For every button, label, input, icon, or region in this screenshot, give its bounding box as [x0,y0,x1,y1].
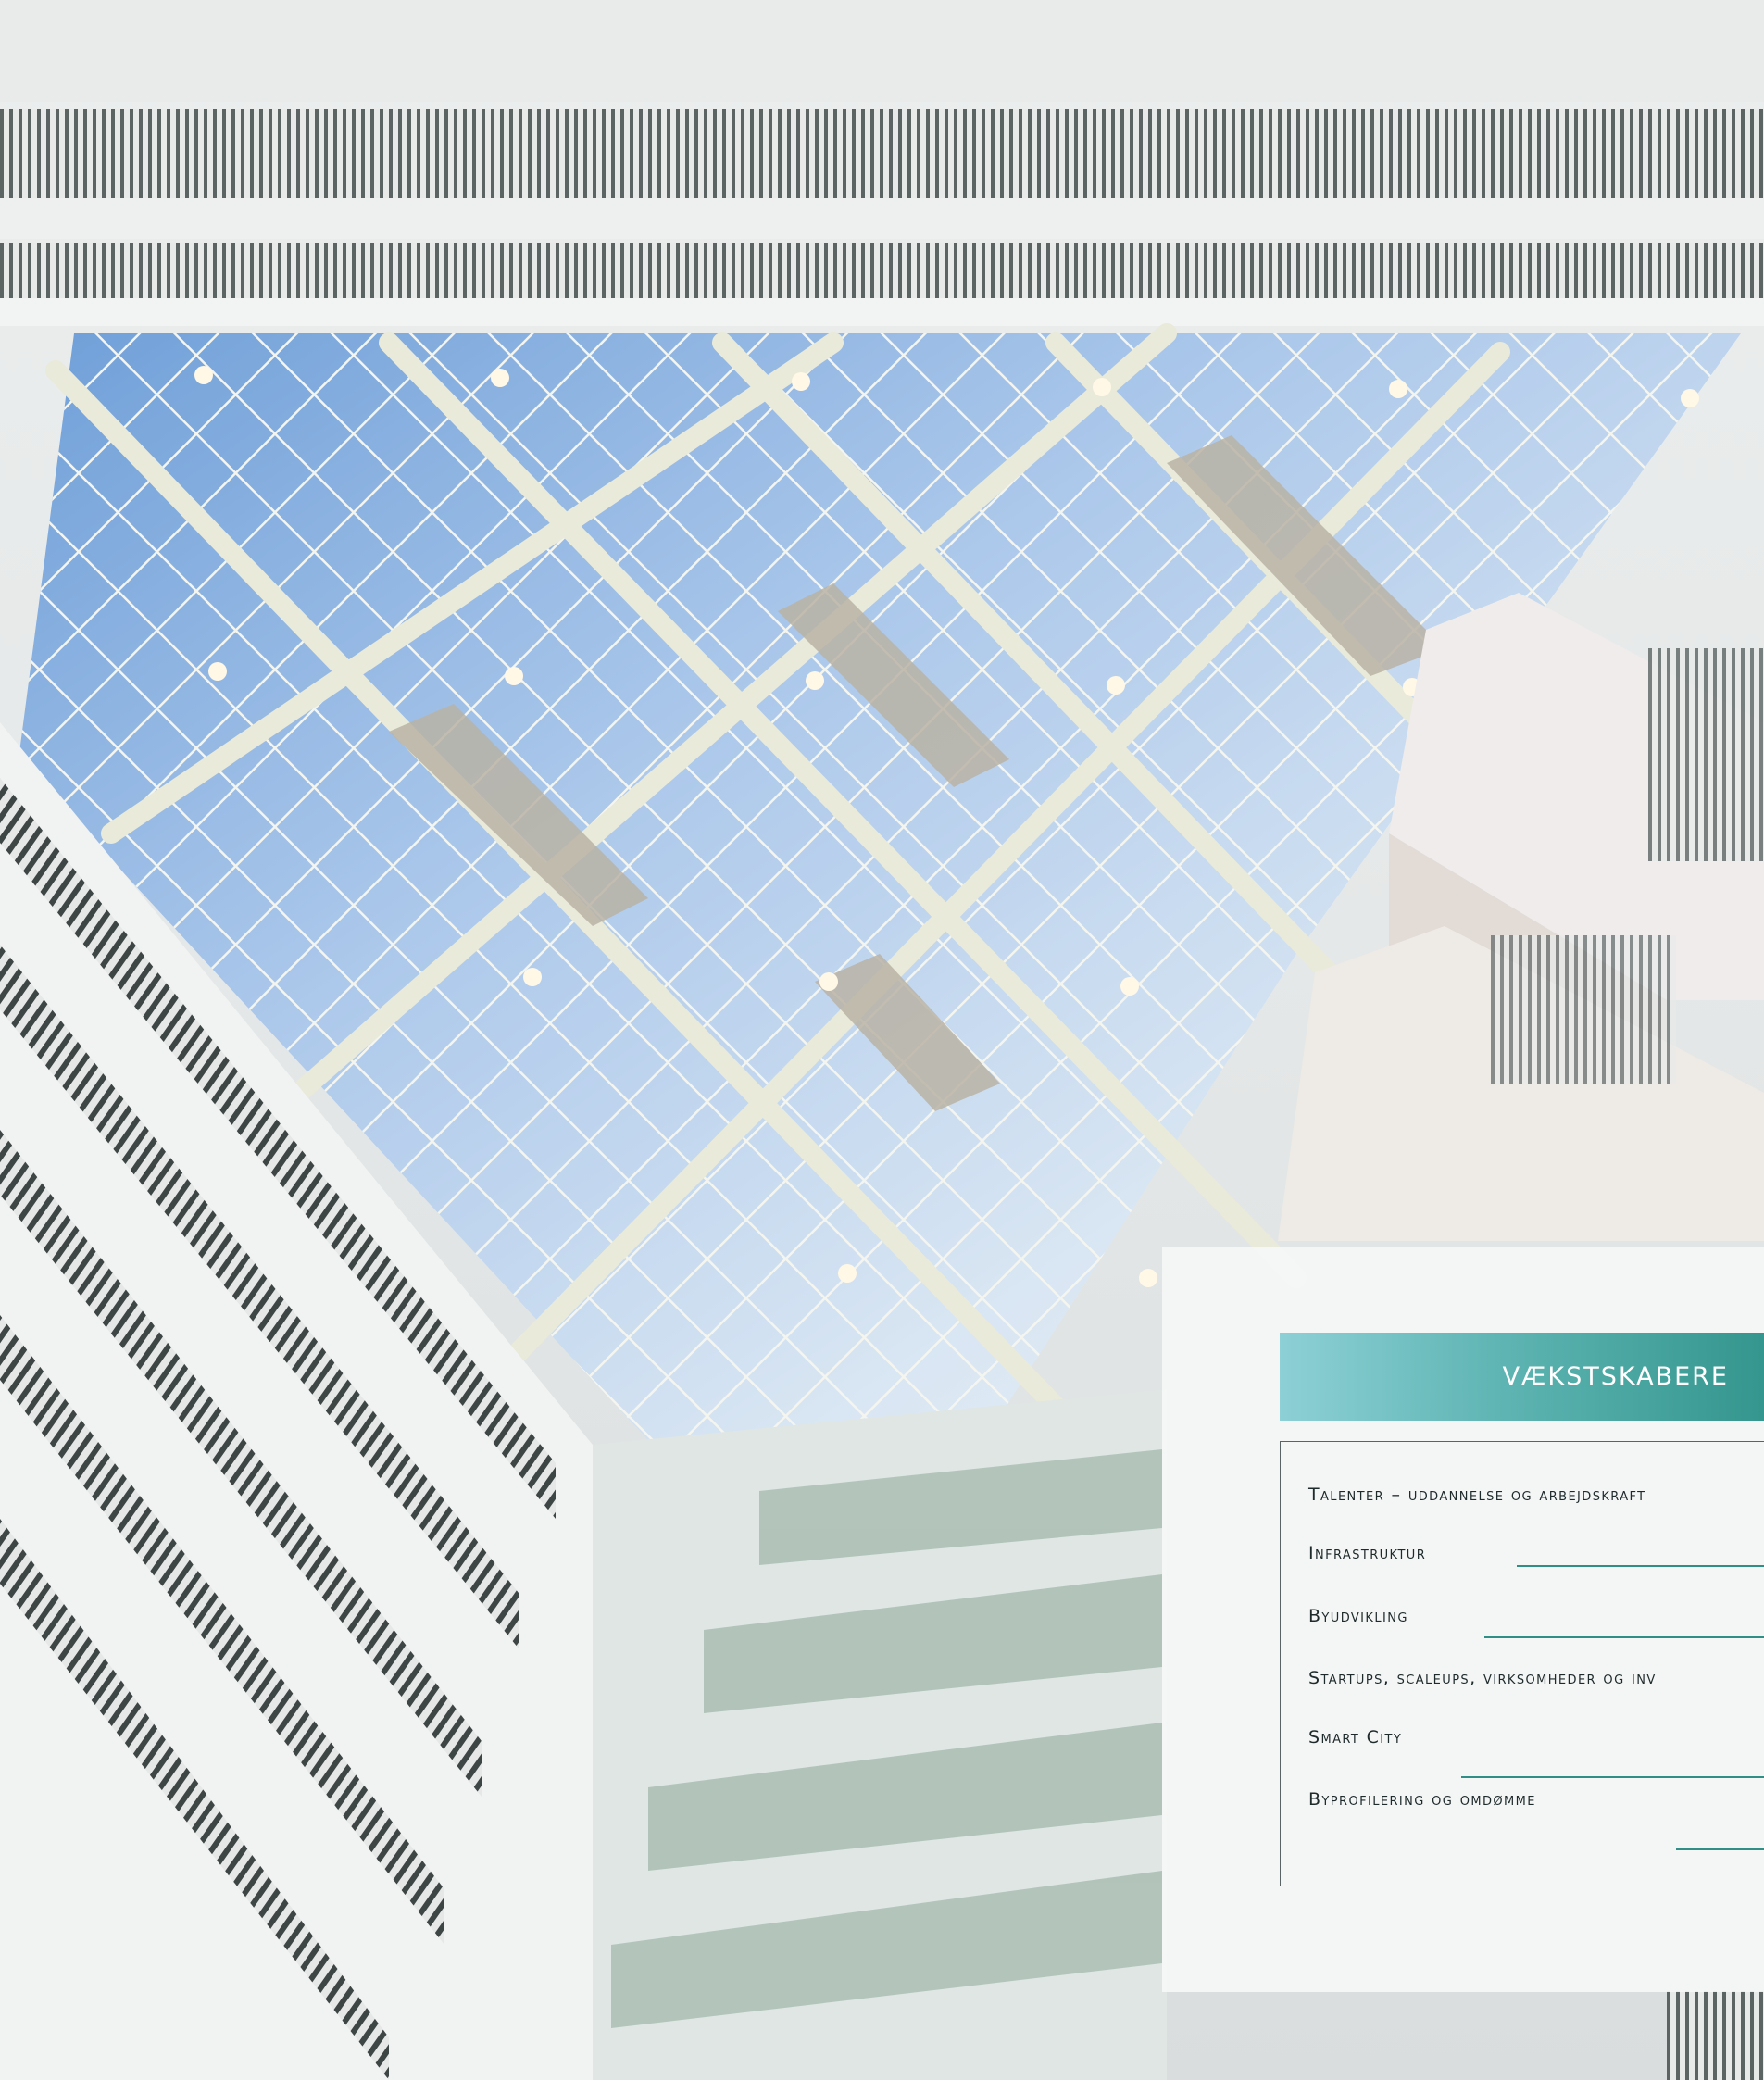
list-item: Byudvikling [1308,1606,1408,1626]
panel-title: VÆKSTSKABERE [1502,1362,1729,1391]
info-card: VÆKSTSKABERE Talenter – uddannelse og ar… [1162,1247,1764,1992]
item-underline [1517,1565,1764,1567]
title-ribbon: VÆKSTSKABERE [1280,1333,1764,1421]
item-underline [1484,1636,1764,1638]
list-item: Infrastruktur [1308,1543,1427,1563]
list-item: Talenter – uddannelse og arbejdskraft [1308,1485,1646,1505]
list-item: Smart City [1308,1727,1403,1748]
topic-list: Talenter – uddannelse og arbejdskraft In… [1280,1441,1764,1886]
item-underline [1461,1776,1764,1778]
list-item: Byprofilering og omdømme [1308,1789,1536,1810]
list-item: Startups, scaleups, virksomheder og inv [1308,1668,1657,1688]
item-underline [1676,1848,1764,1850]
